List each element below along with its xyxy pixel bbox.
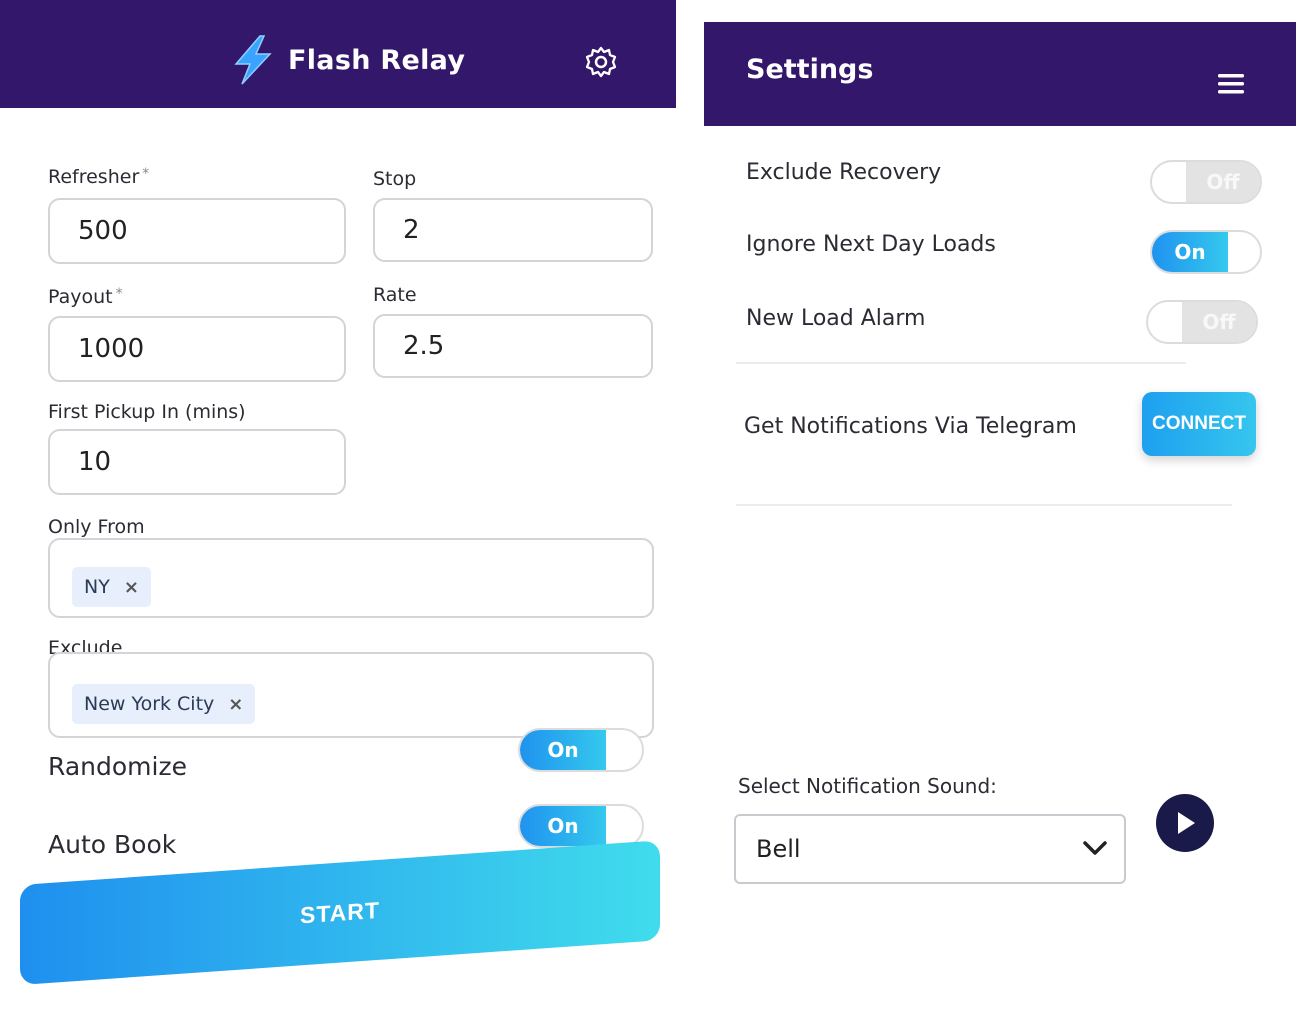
selected-sound: Bell — [756, 835, 801, 863]
rate-input[interactable]: 2.5 — [373, 314, 653, 378]
settings-title: Settings — [746, 54, 874, 85]
remove-chip-icon[interactable]: × — [228, 694, 243, 715]
exclude-recovery-toggle[interactable]: Off — [1150, 160, 1262, 204]
exclude-recovery-label: Exclude Recovery — [746, 160, 942, 185]
refresher-input[interactable]: 500 — [48, 198, 346, 264]
chevron-down-icon — [1083, 841, 1107, 855]
refresher-label: Refresher * — [48, 166, 149, 188]
chip-label: New York City — [84, 693, 215, 715]
play-sound-button[interactable] — [1156, 794, 1214, 852]
hamburger-menu-icon[interactable] — [1214, 67, 1248, 101]
new-load-alarm-toggle[interactable]: Off — [1146, 300, 1258, 344]
telegram-label: Get Notifications Via Telegram — [744, 414, 1077, 439]
location-chip: New York City × — [72, 684, 256, 724]
ignore-next-day-toggle[interactable]: On — [1150, 230, 1262, 274]
first-pickup-label: First Pickup In (mins) — [48, 401, 246, 423]
first-pickup-input[interactable]: 10 — [48, 429, 346, 495]
refresher-label-text: Refresher — [48, 166, 140, 188]
toggle-state: On — [520, 806, 606, 846]
randomize-toggle[interactable]: On — [518, 728, 644, 772]
only-from-label: Only From — [48, 516, 145, 538]
payout-value: 1000 — [78, 334, 145, 364]
only-from-input[interactable]: NY × — [48, 538, 654, 618]
first-pickup-value: 10 — [78, 447, 112, 477]
play-icon — [1178, 812, 1195, 834]
payout-label: Payout * — [48, 286, 123, 308]
stop-input[interactable]: 2 — [373, 198, 653, 262]
exclude-input[interactable]: New York City × — [48, 652, 654, 738]
notification-sound-label: Select Notification Sound: — [738, 774, 997, 798]
new-load-alarm-label: New Load Alarm — [746, 306, 926, 331]
toggle-state: Off — [1182, 302, 1256, 342]
app-title: Flash Relay — [288, 44, 466, 76]
rate-label: Rate — [373, 284, 417, 306]
required-mark: * — [115, 286, 123, 302]
stop-value: 2 — [403, 215, 420, 245]
location-chip: NY × — [72, 567, 151, 607]
toggle-state: On — [520, 730, 606, 770]
refresher-value: 500 — [78, 216, 128, 246]
auto-book-label: Auto Book — [48, 830, 177, 859]
randomize-label: Randomize — [48, 752, 187, 781]
required-mark: * — [142, 166, 150, 182]
gear-icon[interactable] — [584, 45, 618, 79]
auto-book-toggle[interactable]: On — [518, 804, 644, 848]
toggle-state: On — [1152, 232, 1228, 272]
stop-label: Stop — [373, 168, 417, 190]
ignore-next-day-label: Ignore Next Day Loads — [746, 232, 996, 257]
settings-panel: Settings Exclude Recovery Off Ignore Nex… — [704, 22, 1296, 982]
lightning-bolt-icon — [234, 35, 272, 85]
divider — [736, 504, 1232, 506]
notification-sound-select[interactable]: Bell — [734, 814, 1126, 884]
start-button[interactable]: START — [20, 840, 660, 985]
toggle-state: Off — [1186, 162, 1260, 202]
main-panel: Flash Relay Refresher * 500 Stop 2 Payout… — [0, 0, 676, 1012]
app-header: Flash Relay — [0, 0, 676, 108]
payout-input[interactable]: 1000 — [48, 316, 346, 382]
brand: Flash Relay — [230, 34, 465, 86]
chip-label: NY — [84, 576, 110, 598]
settings-header: Settings — [704, 22, 1296, 126]
divider — [736, 362, 1186, 364]
rate-value: 2.5 — [403, 331, 445, 361]
remove-chip-icon[interactable]: × — [124, 577, 139, 598]
connect-telegram-button[interactable]: CONNECT — [1142, 392, 1256, 456]
payout-label-text: Payout — [48, 286, 113, 308]
